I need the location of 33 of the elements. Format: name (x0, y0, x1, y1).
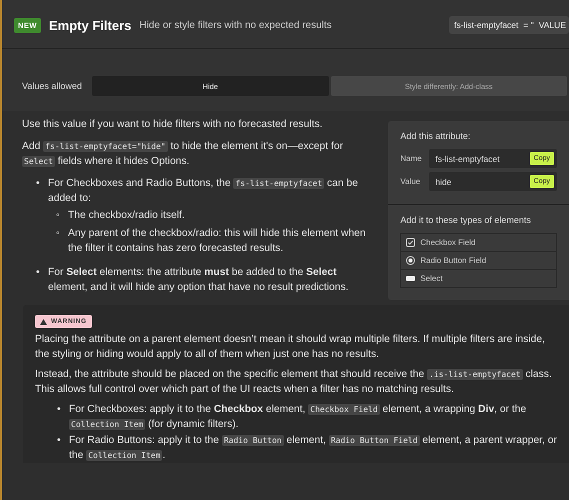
bullet-marker: • (57, 403, 62, 417)
warning-paragraph: Placing the attribute on a parent element doesn’t mean it should wrap multiple filters. If multiple filters are inside, the styling or hiding would apply to all of them when just one has no results. (35, 333, 546, 362)
panel-title: Add it to these types of elements (400, 215, 532, 225)
bullet-marker: • (36, 266, 41, 280)
sub-bullet-text: The checkbox/radio itself. (68, 209, 186, 223)
description-paragraph: Use this value if you want to hide filters with no forecasted results. (22, 118, 324, 132)
bullet-marker: ◦ (56, 227, 61, 241)
bullet-marker: • (57, 434, 62, 448)
field-label: Value (400, 177, 422, 186)
warning-paragraph: Instead, the attribute should be placed on the specific element that should receive the .is-list-emptyfacet class. This allows full control over which part of the UI reacts when a filter has no matching results. (35, 368, 553, 396)
field-value: hide (435, 176, 452, 186)
warning-icon (40, 318, 47, 324)
bullet-text: For Radio Buttons: apply it to the Radio Button element, Radio Button Field element, a parent wrapper, or the Collection Item . (69, 434, 558, 462)
description-paragraph: Add fs-list-emptyfacet="hide" to hide the element it's on—except for Select fields where it hides Options. (22, 140, 344, 169)
radio-icon (406, 256, 416, 265)
bullet-text: For Checkboxes and Radio Buttons, the fs-list-emptyfacet can be added to: (48, 177, 359, 206)
values-label: Values allowed (22, 81, 83, 91)
bullet-marker: • (36, 177, 41, 191)
panel-title: Add this attribute: (400, 131, 472, 141)
element-type-label: Radio Button Field (420, 256, 486, 265)
element-type-label: Select (420, 274, 443, 283)
bullet-text: For Select elements: the attribute must be added to the Select element, and it will hide any option that have no result predictions. (48, 266, 350, 295)
element-type-label: Checkbox Field (420, 238, 476, 247)
field-value: fs-list-emptyfacet (435, 154, 500, 164)
field-label: Name (400, 154, 423, 163)
page-subtitle: Hide or style filters with no expected results (139, 20, 333, 30)
sub-bullet-text: Any parent of the checkbox/radio: this will hide this element when the filter it contains has zero forecasted results. (68, 227, 366, 256)
page-title: Empty Filters (49, 18, 132, 32)
attribute-chip: fs-list-emptyfacet = " VALUE (449, 16, 569, 34)
checkbox-icon (406, 238, 416, 247)
select-icon (406, 276, 416, 281)
bullet-text: For Checkboxes: apply it to the Checkbox element, Checkbox Field element, a wrapping Div, or the Collection Item (for dynamic filters). (69, 403, 528, 432)
bullet-marker: ◦ (56, 209, 61, 223)
